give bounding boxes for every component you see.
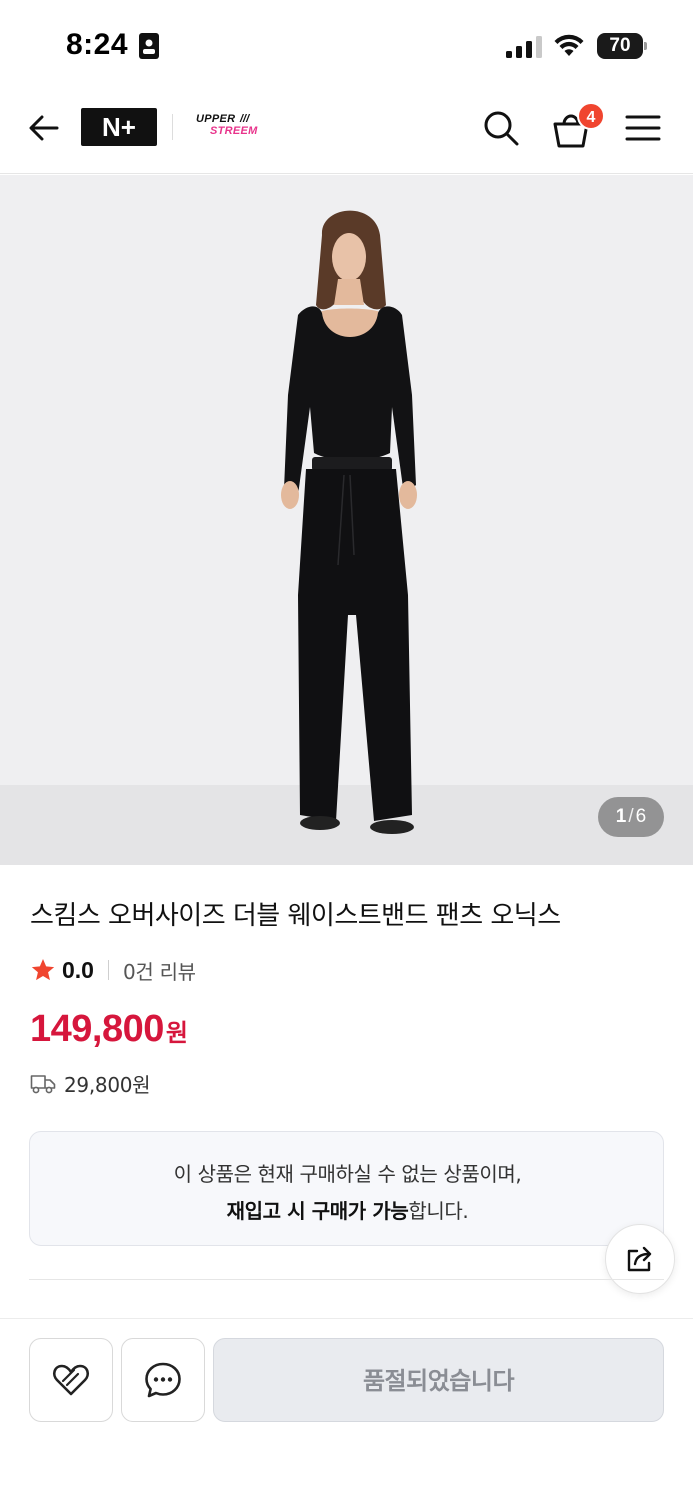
bottom-action-bar: 품절되었습니다 <box>0 1318 693 1500</box>
nplus-logo-text: N+ <box>102 111 136 142</box>
product-image-gallery[interactable]: 1/6 <box>0 175 693 865</box>
share-icon <box>627 1246 652 1272</box>
status-bar: 8:24 70 <box>0 0 693 90</box>
price-row: 149,800 원 <box>30 1008 188 1051</box>
image-counter-current: 1 <box>615 806 627 827</box>
notice-line-2: 재입고 시 구매가 가능합니다. <box>30 1195 665 1224</box>
brand-logo-lower: STREEM <box>210 125 258 137</box>
rating-value: 0.0 <box>62 956 94 983</box>
nplus-logo[interactable]: N+ <box>81 108 157 146</box>
brand-logo-slashes: /// <box>240 113 250 125</box>
price-value: 149,800 <box>30 1008 164 1050</box>
battery-level: 70 <box>609 35 631 56</box>
section-divider <box>29 1279 664 1280</box>
signal-icon <box>506 36 542 58</box>
product-model-image <box>281 210 417 834</box>
image-counter-separator: / <box>628 806 634 827</box>
image-counter: 1/6 <box>598 797 664 837</box>
soldout-notice: 이 상품은 현재 구매하실 수 없는 상품이며, 재입고 시 구매가 가능합니다… <box>29 1131 664 1246</box>
battery-indicator: 70 <box>597 33 647 59</box>
share-button[interactable] <box>605 1224 675 1294</box>
soldout-button[interactable]: 품절되었습니다 <box>213 1338 664 1422</box>
review-count[interactable]: 0건 리뷰 <box>123 956 196 985</box>
notice-line-1: 이 상품은 현재 구매하실 수 없는 상품이며, <box>173 1162 522 1186</box>
upperstreem-logo[interactable]: UPPER /// STREEM <box>196 113 282 141</box>
chat-button[interactable] <box>121 1338 205 1422</box>
price-unit: 원 <box>165 1019 188 1047</box>
rating-divider <box>107 960 109 980</box>
notice-line-2-rest: 합니다. <box>408 1199 469 1223</box>
image-counter-total: 6 <box>635 806 647 827</box>
wishlist-button[interactable] <box>29 1338 113 1422</box>
brand-logo-upper: UPPER <box>196 113 236 125</box>
status-time: 8:24 <box>66 28 129 61</box>
logo-divider <box>172 114 173 140</box>
wifi-icon <box>554 34 584 56</box>
back-arrow-icon[interactable] <box>24 108 64 148</box>
cart-count-badge: 4 <box>577 102 605 130</box>
search-icon[interactable] <box>481 108 521 148</box>
heart-icon <box>52 1364 90 1396</box>
notice-line-2-bold: 재입고 시 구매가 가능 <box>226 1199 409 1223</box>
product-title: 스킴스 오버사이즈 더블 웨이스트밴드 팬츠 오닉스 <box>30 901 561 931</box>
star-icon <box>31 958 55 981</box>
menu-icon[interactable] <box>624 112 662 144</box>
shipping-fee: 29,800원 <box>64 1073 151 1097</box>
chat-icon <box>145 1362 181 1398</box>
rating-row[interactable]: 0.0 0건 리뷰 <box>30 955 196 985</box>
cart-button[interactable]: 4 <box>551 102 607 150</box>
truck-icon <box>30 1074 56 1093</box>
top-navigation: N+ UPPER /// STREEM 4 <box>0 90 693 174</box>
id-card-icon <box>139 33 159 59</box>
shipping-row: 29,800원 <box>30 1069 151 1098</box>
